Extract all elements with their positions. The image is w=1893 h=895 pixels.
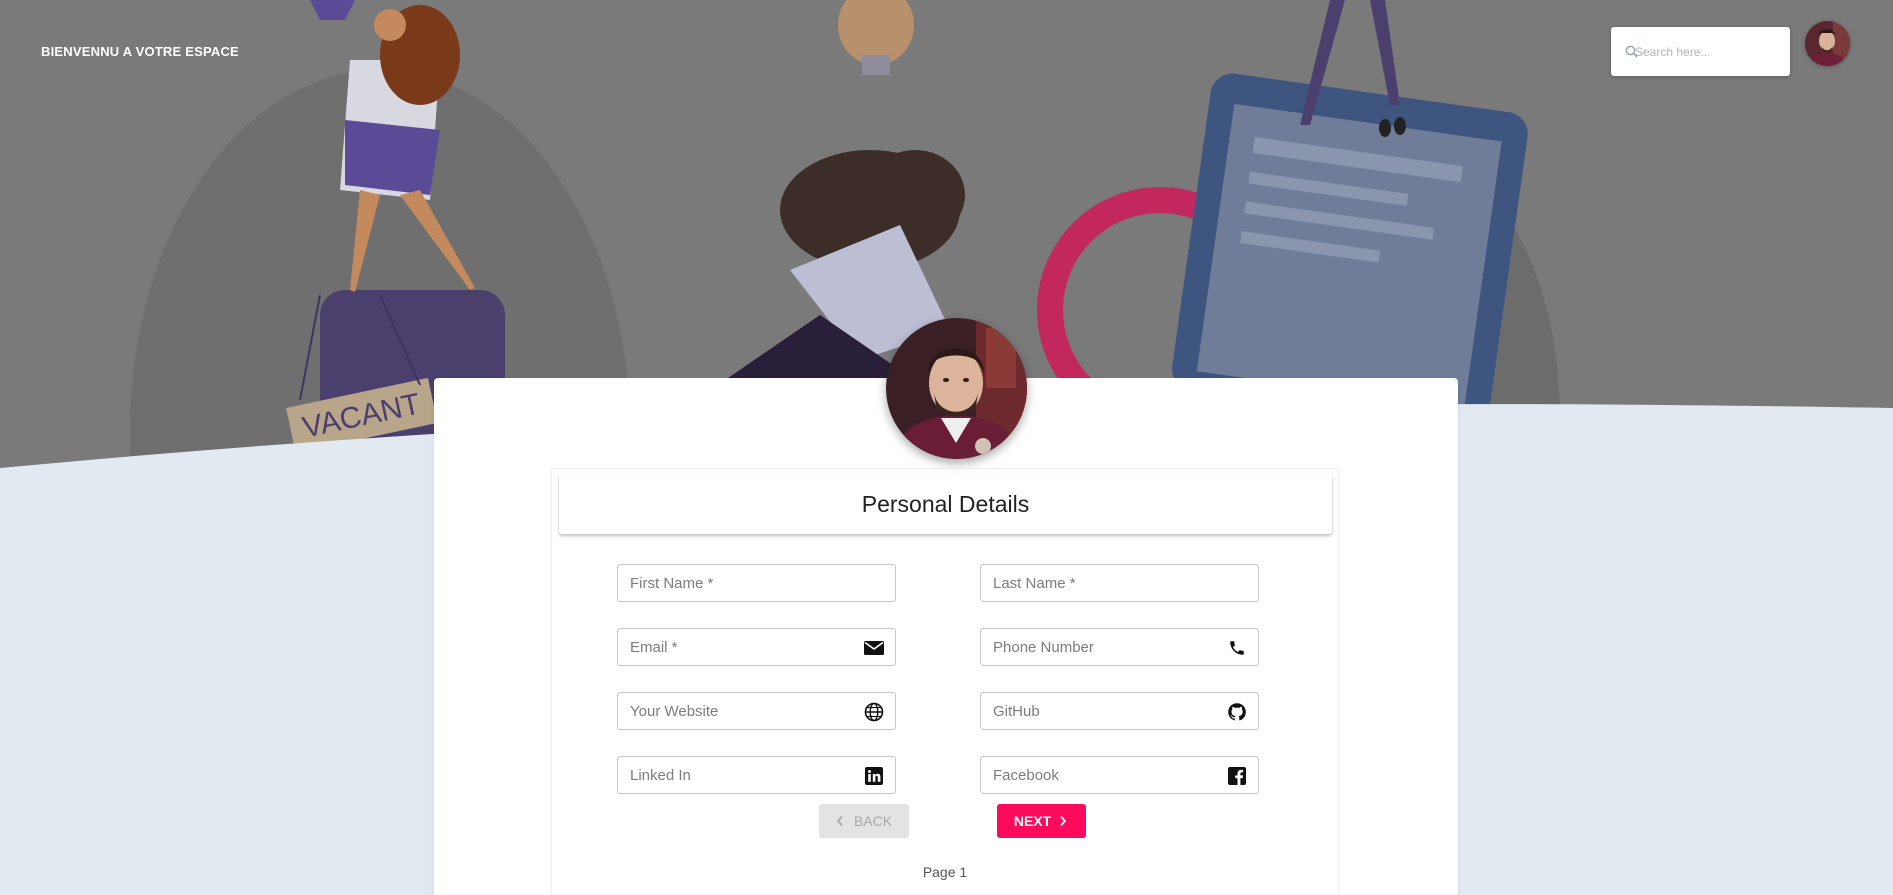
chevron-left-icon xyxy=(836,815,843,827)
email-field[interactable] xyxy=(617,628,896,666)
search-icon xyxy=(1625,45,1638,58)
form-title: Personal Details xyxy=(861,490,1030,517)
phone-field[interactable] xyxy=(980,628,1259,666)
page-indicator: Page 1 xyxy=(922,864,968,880)
user-avatar[interactable] xyxy=(1805,21,1850,66)
facebook-icon xyxy=(1227,766,1247,786)
email-input[interactable] xyxy=(630,638,850,656)
search-input[interactable] xyxy=(1625,44,1775,59)
facebook-field[interactable] xyxy=(980,756,1259,794)
last-name-input[interactable] xyxy=(993,574,1213,592)
facebook-input[interactable] xyxy=(993,766,1213,784)
form-title-box: Personal Details xyxy=(559,474,1332,534)
phone-input[interactable] xyxy=(993,638,1213,656)
brand-title: BIENVENNU A VOTRE ESPACE xyxy=(41,44,239,59)
profile-photo-image xyxy=(886,318,1027,459)
globe-icon xyxy=(864,702,884,722)
chevron-right-icon xyxy=(1060,815,1067,827)
search-box[interactable] xyxy=(1611,27,1790,76)
github-icon xyxy=(1227,702,1247,722)
avatar-image xyxy=(1805,21,1850,66)
first-name-field[interactable] xyxy=(617,564,896,602)
back-button-label: BACK xyxy=(853,813,893,829)
github-field[interactable] xyxy=(980,692,1259,730)
back-button[interactable]: BACK xyxy=(819,804,909,838)
linkedin-field[interactable] xyxy=(617,756,896,794)
linkedin-icon xyxy=(864,766,884,786)
website-input[interactable] xyxy=(630,702,850,720)
next-button-label: NEXT xyxy=(1013,813,1052,829)
linkedin-input[interactable] xyxy=(630,766,850,784)
github-input[interactable] xyxy=(993,702,1213,720)
profile-photo[interactable] xyxy=(886,318,1027,459)
next-button[interactable]: NEXT xyxy=(997,804,1086,838)
phone-icon xyxy=(1227,638,1247,658)
mail-icon xyxy=(864,638,884,658)
first-name-input[interactable] xyxy=(630,574,850,592)
last-name-field[interactable] xyxy=(980,564,1259,602)
website-field[interactable] xyxy=(617,692,896,730)
